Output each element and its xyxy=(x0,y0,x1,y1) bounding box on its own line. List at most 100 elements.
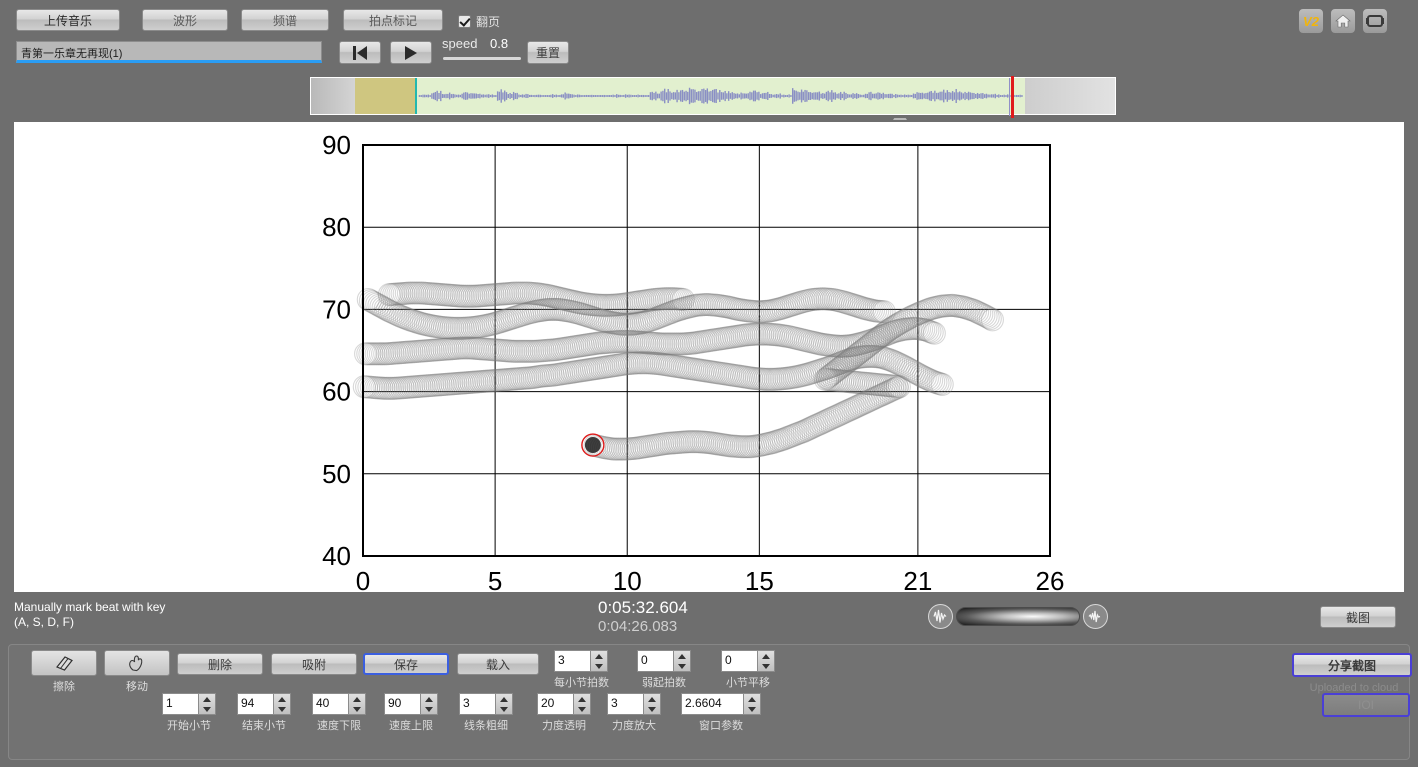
top-toolbar: 上传音乐 波形 频谱 拍点标记 翻页 青第一乐章无再现(1) speed 0.8… xyxy=(0,0,1418,120)
window-param-spinner[interactable]: 2.6604 窗口参数 xyxy=(681,693,761,733)
beats-per-bar-stepper[interactable] xyxy=(590,650,608,672)
upload-music-button[interactable]: 上传音乐 xyxy=(16,9,120,31)
play-button[interactable] xyxy=(390,41,432,64)
screen-icon[interactable] xyxy=(1362,8,1388,34)
waveform-fade-icon[interactable] xyxy=(1083,604,1108,629)
anacrusis-beats-label: 弱起拍数 xyxy=(642,677,686,689)
spectrum-button[interactable]: 频谱 xyxy=(241,9,329,31)
capture-button[interactable]: 截图 xyxy=(1320,606,1396,628)
dynamics-alpha-stepper[interactable] xyxy=(573,693,591,715)
line-width-spinner[interactable]: 3 线条粗细 xyxy=(459,693,513,733)
start-bar-label: 开始小节 xyxy=(167,720,211,732)
volume-control[interactable] xyxy=(928,604,1108,630)
start-bar-input[interactable]: 1 xyxy=(162,693,198,715)
tempo-max-spinner[interactable]: 90 速度上限 xyxy=(384,693,438,733)
move-tool-button[interactable] xyxy=(104,650,170,676)
tempo-max-stepper[interactable] xyxy=(420,693,438,715)
chevron-down-icon[interactable] xyxy=(648,706,656,712)
current-time-display: 0:04:26.083 xyxy=(598,618,678,635)
tempo-min-label: 速度下限 xyxy=(317,720,361,732)
chevron-down-icon[interactable] xyxy=(278,706,286,712)
waveform-cursor-line xyxy=(1009,78,1010,116)
beats-per-bar-spinner[interactable]: 3 每小节拍数 xyxy=(554,650,609,690)
waveform-playhead[interactable] xyxy=(1011,76,1014,118)
chevron-up-icon[interactable] xyxy=(278,696,286,702)
beat-mark-button[interactable]: 拍点标记 xyxy=(343,9,443,31)
chevron-up-icon[interactable] xyxy=(748,696,756,702)
chevron-down-icon[interactable] xyxy=(748,706,756,712)
end-bar-stepper[interactable] xyxy=(273,693,291,715)
waveform-icon[interactable] xyxy=(928,604,953,629)
chevron-up-icon[interactable] xyxy=(648,696,656,702)
window-param-stepper[interactable] xyxy=(743,693,761,715)
worm-plot-panel[interactable]: 0 5 10 15 21 26 40 50 60 70 80 90 xyxy=(14,122,1404,592)
play-icon xyxy=(405,45,417,60)
chevron-down-icon[interactable] xyxy=(500,706,508,712)
speed-slider[interactable] xyxy=(443,57,907,120)
ioi-button[interactable]: IOI xyxy=(1322,693,1410,717)
bar-shift-label: 小节平移 xyxy=(726,677,770,689)
eraser-icon xyxy=(56,656,73,671)
page-turn-checkbox[interactable]: 翻页 xyxy=(458,13,500,30)
volume-slider[interactable] xyxy=(956,607,1080,626)
end-bar-input[interactable]: 94 xyxy=(237,693,273,715)
end-bar-spinner[interactable]: 94 结束小节 xyxy=(237,693,291,733)
dynamics-alpha-input[interactable]: 20 xyxy=(537,693,573,715)
start-bar-stepper[interactable] xyxy=(198,693,216,715)
chevron-down-icon[interactable] xyxy=(353,706,361,712)
chevron-down-icon[interactable] xyxy=(762,663,770,669)
chevron-up-icon[interactable] xyxy=(500,696,508,702)
worm-plot-svg: 0 5 10 15 21 26 40 50 60 70 80 90 xyxy=(322,130,1065,592)
anacrusis-beats-input[interactable]: 0 xyxy=(637,650,673,672)
chevron-up-icon[interactable] xyxy=(762,653,770,659)
svg-text:40: 40 xyxy=(322,541,351,571)
chevron-down-icon[interactable] xyxy=(578,706,586,712)
keyboard-hint-line2: (A, S, D, F) xyxy=(14,615,74,629)
anacrusis-beats-stepper[interactable] xyxy=(673,650,691,672)
chevron-down-icon[interactable] xyxy=(595,663,603,669)
chevron-up-icon[interactable] xyxy=(425,696,433,702)
delete-button[interactable]: 删除 xyxy=(177,653,263,675)
chevron-down-icon[interactable] xyxy=(678,663,686,669)
keyboard-hint-line1: Manually mark beat with key xyxy=(14,600,166,614)
chevron-up-icon[interactable] xyxy=(203,696,211,702)
dynamics-gain-input[interactable]: 3 xyxy=(607,693,643,715)
dynamics-gain-spinner[interactable]: 3 力度放大 xyxy=(607,693,661,733)
tempo-max-input[interactable]: 90 xyxy=(384,693,420,715)
reset-button[interactable]: 重置 xyxy=(527,41,569,64)
song-name-input[interactable]: 青第一乐章无再现(1) xyxy=(16,41,322,63)
tempo-max-label: 速度上限 xyxy=(389,720,433,732)
bar-shift-input[interactable]: 0 xyxy=(721,650,757,672)
window-param-input[interactable]: 2.6604 xyxy=(681,693,743,715)
line-width-input[interactable]: 3 xyxy=(459,693,495,715)
snap-button[interactable]: 吸附 xyxy=(271,653,357,675)
bar-shift-spinner[interactable]: 0 小节平移 xyxy=(721,650,775,690)
chevron-down-icon[interactable] xyxy=(425,706,433,712)
share-screenshot-button[interactable]: 分享截图 xyxy=(1292,653,1412,677)
page-turn-label: 翻页 xyxy=(476,15,501,29)
svg-text:26: 26 xyxy=(1036,566,1065,592)
chevron-up-icon[interactable] xyxy=(678,653,686,659)
save-button[interactable]: 保存 xyxy=(363,653,449,675)
erase-tool-button[interactable] xyxy=(31,650,97,676)
waveform-button[interactable]: 波形 xyxy=(142,9,228,31)
anacrusis-beats-spinner[interactable]: 0 弱起拍数 xyxy=(637,650,691,690)
skip-to-start-button[interactable] xyxy=(339,41,381,64)
line-width-stepper[interactable] xyxy=(495,693,513,715)
bar-shift-stepper[interactable] xyxy=(757,650,775,672)
chevron-up-icon[interactable] xyxy=(578,696,586,702)
dynamics-gain-stepper[interactable] xyxy=(643,693,661,715)
load-button[interactable]: 载入 xyxy=(457,653,539,675)
beats-per-bar-input[interactable]: 3 xyxy=(554,650,590,672)
chevron-down-icon[interactable] xyxy=(203,706,211,712)
tempo-min-input[interactable]: 40 xyxy=(312,693,348,715)
tempo-min-spinner[interactable]: 40 速度下限 xyxy=(312,693,366,733)
tempo-min-stepper[interactable] xyxy=(348,693,366,715)
waveform-overview[interactable] xyxy=(310,76,1116,118)
version-badge[interactable]: V2 xyxy=(1298,8,1324,34)
dynamics-alpha-spinner[interactable]: 20 力度透明 xyxy=(537,693,591,733)
chevron-up-icon[interactable] xyxy=(353,696,361,702)
start-bar-spinner[interactable]: 1 开始小节 xyxy=(162,693,216,733)
chevron-up-icon[interactable] xyxy=(595,653,603,659)
home-icon[interactable] xyxy=(1330,8,1356,34)
